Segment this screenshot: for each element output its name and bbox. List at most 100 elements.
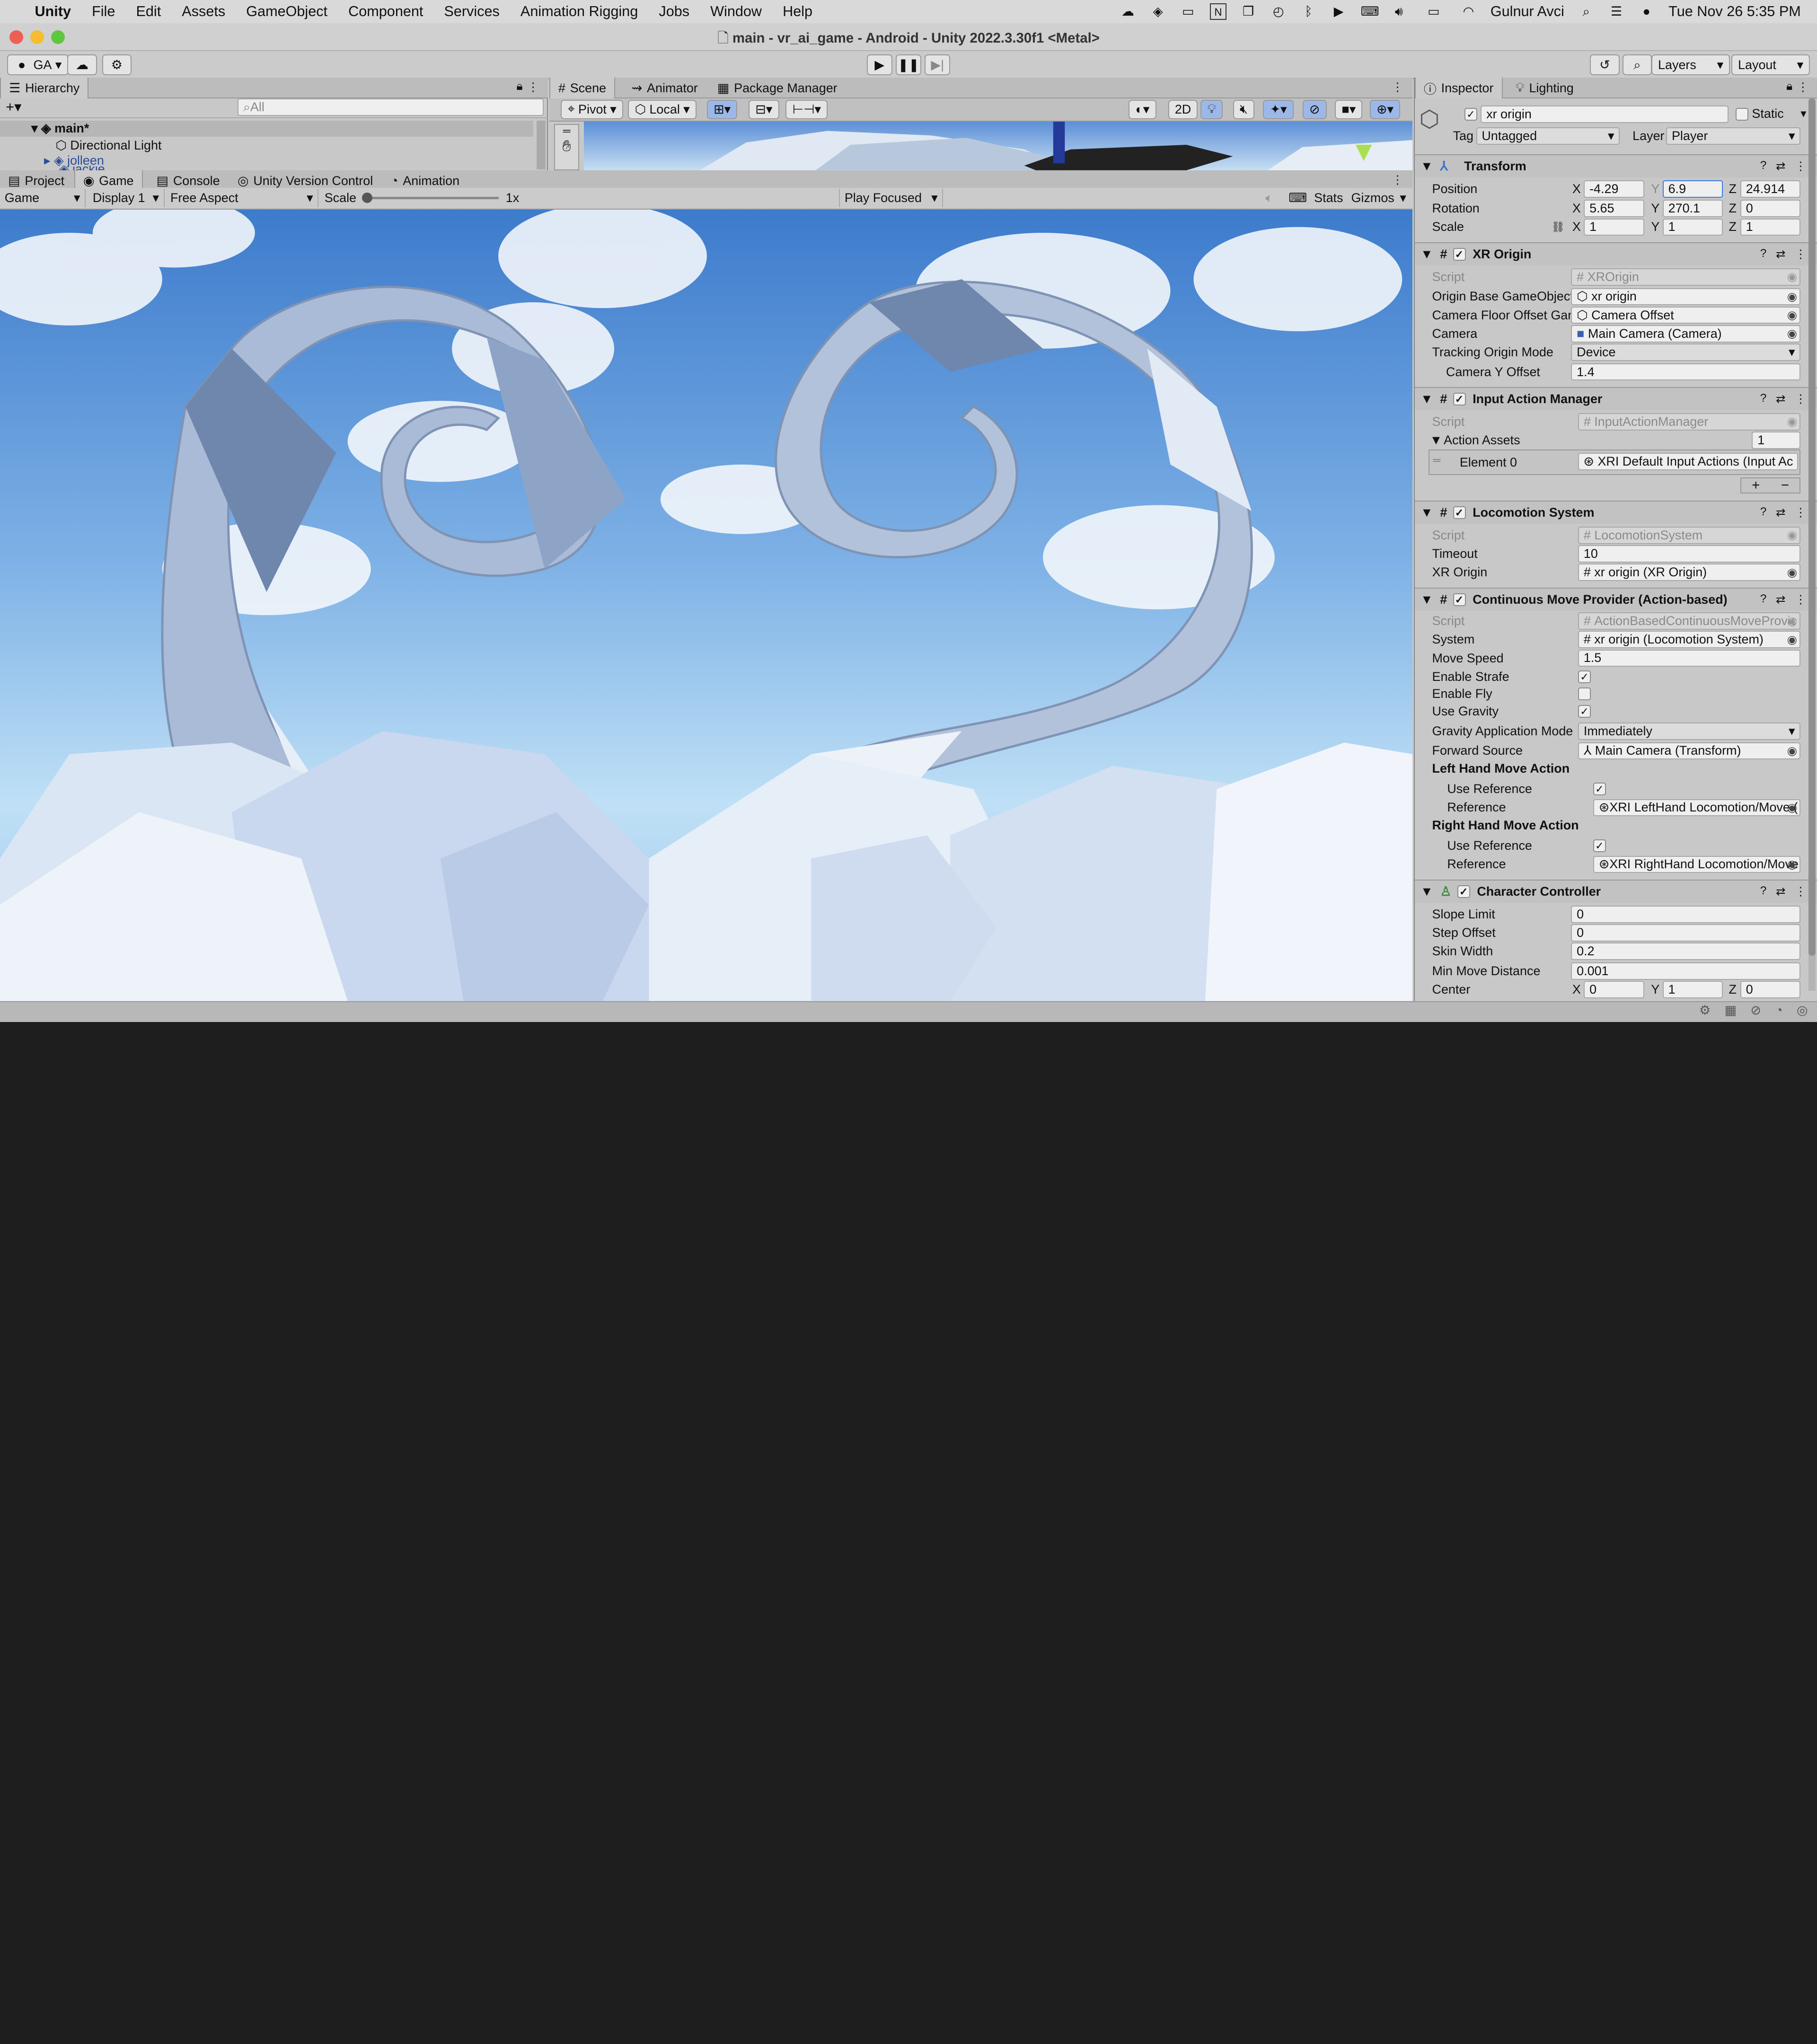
grid-snap-button[interactable]: ⊞▾: [706, 99, 738, 120]
component-enabled-checkbox[interactable]: ✓: [1453, 392, 1466, 405]
display-icon[interactable]: ▭: [1180, 3, 1196, 19]
pivot-dropdown[interactable]: ⌖ Pivot ▾: [561, 99, 623, 120]
menu-app-name[interactable]: Unity: [35, 3, 71, 20]
step-button[interactable]: ▶|: [925, 54, 951, 76]
battery-icon[interactable]: ▭: [1421, 3, 1447, 19]
tab-scene[interactable]: # Scene: [549, 78, 616, 99]
hierarchy-scene-row[interactable]: ▾ ◈ main*: [0, 120, 533, 137]
gravity-mode-dropdown[interactable]: Immediately ▾: [1578, 722, 1801, 740]
aspect-dropdown[interactable]: Free Aspect ▾: [166, 189, 319, 208]
position-x-field[interactable]: -4.29: [1584, 180, 1644, 198]
scene-viewport[interactable]: [584, 122, 1413, 170]
play-circle-icon[interactable]: ▶: [1331, 3, 1347, 19]
object-picker-icon[interactable]: ◉: [1787, 633, 1797, 647]
menu-component[interactable]: Component: [348, 3, 423, 20]
position-y-field[interactable]: 6.9: [1662, 180, 1723, 198]
action-assets-row[interactable]: ▼ Action Assets 1: [1415, 431, 1817, 449]
add-element-button[interactable]: +: [1752, 477, 1760, 493]
mute-audio-button[interactable]: 🔈︎: [1261, 189, 1278, 207]
wifi-icon[interactable]: ◠: [1460, 3, 1476, 19]
services-settings-button[interactable]: ⚙: [102, 54, 132, 76]
right-use-reference-checkbox[interactable]: ✓: [1593, 839, 1606, 853]
element-field[interactable]: ⊛ XRI Default Input Actions (Input Ac: [1578, 453, 1798, 470]
right-reference-field[interactable]: ⊛ XRI RightHand Locomotion/Move: [1593, 855, 1801, 873]
more-options-icon[interactable]: ⋮: [1392, 80, 1403, 94]
expand-arrow-icon[interactable]: ▾: [31, 121, 38, 136]
lock-icon[interactable]: 🔒︎: [1786, 80, 1792, 93]
component-enabled-checkbox[interactable]: ✓: [1457, 885, 1470, 898]
scale-x-field[interactable]: 1: [1584, 218, 1644, 236]
object-picker-icon[interactable]: ◉: [1787, 744, 1797, 758]
menu-gameobject[interactable]: GameObject: [246, 3, 327, 20]
window-icon[interactable]: ❐: [1240, 3, 1256, 19]
hand-tool-icon[interactable]: ✋︎: [555, 137, 579, 155]
help-icon[interactable]: ?: [1760, 592, 1767, 607]
rotation-z-field[interactable]: 0: [1740, 200, 1801, 218]
tab-animator[interactable]: ⇝ Animator: [624, 78, 706, 98]
view-dropdown[interactable]: Game ▾: [0, 189, 86, 208]
tab-inspector[interactable]: ⓘ Inspector: [1414, 78, 1503, 99]
center-z-field[interactable]: 0: [1740, 981, 1801, 998]
preset-icon[interactable]: ⇄: [1776, 592, 1786, 607]
left-use-reference-checkbox[interactable]: ✓: [1593, 783, 1606, 796]
spotlight-search-icon[interactable]: ⌕: [1578, 3, 1594, 19]
fold-arrow-icon[interactable]: ▼: [1420, 592, 1433, 607]
input-action-manager-header[interactable]: ▼ # ✓ Input Action Manager ? ⇄ ⋮: [1414, 387, 1817, 410]
help-icon[interactable]: ?: [1760, 247, 1767, 261]
position-z-field[interactable]: 24.914: [1740, 180, 1801, 198]
preset-icon[interactable]: ⇄: [1776, 884, 1786, 899]
clock-icon[interactable]: ◴: [1270, 3, 1287, 19]
datetime[interactable]: Tue Nov 26 5:35 PM: [1668, 3, 1801, 20]
undo-history-button[interactable]: ↺: [1590, 54, 1620, 76]
camera-field[interactable]: ■ Main Camera (Camera): [1571, 325, 1801, 343]
preset-icon[interactable]: ⇄: [1776, 159, 1786, 173]
object-picker-icon[interactable]: ◉: [1787, 565, 1797, 580]
tag-dropdown[interactable]: Untagged ▾: [1476, 127, 1620, 145]
link-icon[interactable]: ⛓︎: [1552, 221, 1565, 233]
object-picker-icon[interactable]: ◉: [1787, 801, 1797, 815]
camera-floor-field[interactable]: ⬡ Camera Offset: [1571, 306, 1801, 324]
component-enabled-checkbox[interactable]: ✓: [1453, 506, 1466, 519]
menu-assets[interactable]: Assets: [182, 3, 225, 20]
tab-hierarchy[interactable]: ☰ Hierarchy: [0, 78, 89, 99]
scale-slider-thumb[interactable]: [362, 192, 373, 203]
local-dropdown[interactable]: ⬡ Local ▾: [628, 99, 697, 120]
left-reference-field[interactable]: ⊛ XRI LeftHand Locomotion/Move (: [1593, 799, 1801, 817]
scale-z-field[interactable]: 1: [1740, 218, 1801, 236]
cloud-button[interactable]: ☁: [67, 54, 97, 76]
scale-y-field[interactable]: 1: [1662, 218, 1723, 236]
scale-slider[interactable]: [362, 192, 499, 203]
more-options-icon[interactable]: ⋮: [527, 80, 538, 94]
lighting-toggle[interactable]: 💡︎: [1200, 99, 1223, 120]
object-picker-icon[interactable]: ◉: [1787, 308, 1797, 322]
object-name-input[interactable]: xr origin: [1481, 105, 1729, 123]
keyboard-icon[interactable]: ⌨: [1361, 3, 1379, 19]
pause-button[interactable]: ❚❚: [896, 54, 921, 76]
inspector-scrollbar[interactable]: [1808, 98, 1816, 991]
hierarchy-scrollbar[interactable]: [536, 120, 546, 169]
character-controller-header[interactable]: ▼ ♙ ✓ Character Controller ? ⇄ ⋮: [1414, 879, 1817, 903]
menu-services[interactable]: Services: [444, 3, 499, 20]
toggle-2d-button[interactable]: 2D: [1168, 99, 1198, 120]
static-checkbox[interactable]: [1736, 107, 1749, 121]
center-x-field[interactable]: 0: [1584, 981, 1644, 998]
menu-animation-rigging[interactable]: Animation Rigging: [520, 3, 638, 20]
preset-icon[interactable]: ⇄: [1776, 392, 1786, 406]
keyboard-shortcut-button[interactable]: ⌨: [1284, 189, 1311, 207]
skin-width-field[interactable]: 0.2: [1571, 943, 1801, 960]
gizmos-dropdown-arrow[interactable]: ▾: [1395, 189, 1411, 207]
more-options-icon[interactable]: ⋮: [1797, 80, 1808, 94]
system-field[interactable]: # xr origin (Locomotion System): [1578, 631, 1801, 649]
gizmos-button[interactable]: Gizmos: [1347, 189, 1399, 207]
min-move-field[interactable]: 0.001: [1571, 962, 1801, 980]
help-icon[interactable]: ?: [1760, 392, 1767, 406]
action-assets-count[interactable]: 1: [1752, 432, 1801, 449]
object-picker-icon[interactable]: ◉: [1787, 857, 1797, 872]
layout-dropdown[interactable]: Layout ▾: [1731, 54, 1810, 76]
tracking-dropdown[interactable]: Device ▾: [1571, 344, 1801, 361]
progress-icon[interactable]: ⚙: [1699, 1003, 1711, 1018]
snap-increment-button[interactable]: ⊟▾: [749, 99, 779, 120]
camera-dropdown[interactable]: ■▾: [1335, 99, 1363, 120]
timeout-field[interactable]: 10: [1578, 545, 1801, 563]
preset-icon[interactable]: ⇄: [1776, 505, 1786, 520]
